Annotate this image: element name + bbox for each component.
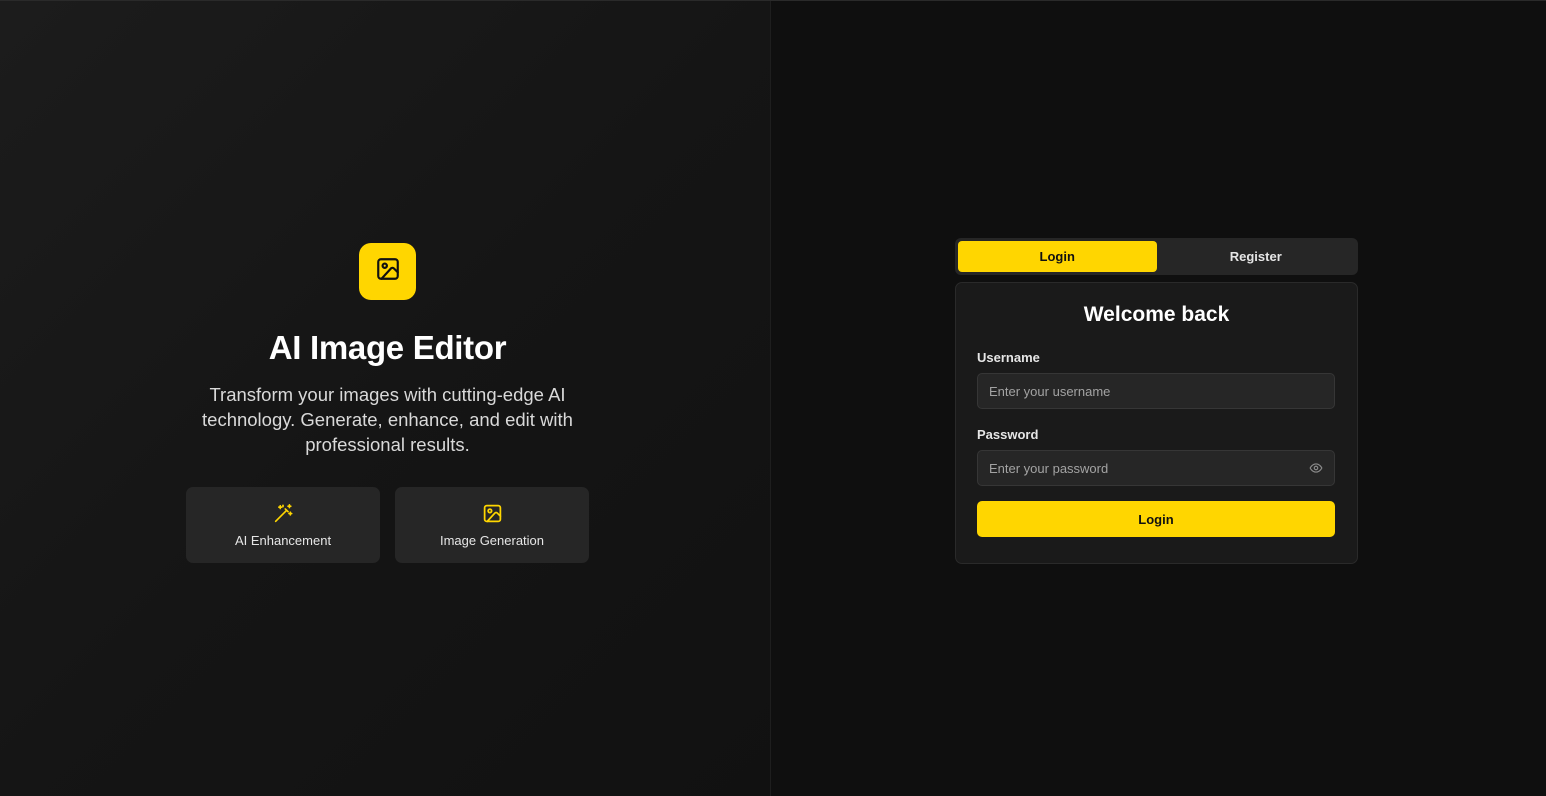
tab-login[interactable]: Login	[958, 241, 1157, 272]
login-form: Welcome back Username Password Login	[955, 282, 1358, 564]
auth-panel: Login Register Welcome back Username Pas…	[771, 1, 1546, 796]
feature-label: AI Enhancement	[234, 532, 332, 548]
tab-register[interactable]: Register	[1157, 241, 1356, 272]
feature-ai-enhancement[interactable]: AI Enhancement	[186, 487, 380, 563]
password-label: Password	[977, 427, 1039, 442]
password-field-wrapper	[977, 450, 1335, 486]
eye-icon[interactable]	[1309, 461, 1323, 475]
feature-label: Image Generation	[439, 532, 545, 548]
form-title: Welcome back	[1083, 303, 1230, 326]
app-description: Transform your images with cutting-edge …	[202, 384, 573, 455]
login-button[interactable]: Login	[977, 501, 1335, 537]
password-input[interactable]	[977, 450, 1335, 486]
app-title: AI Image Editor	[268, 329, 507, 366]
feature-image-generation[interactable]: Image Generation	[395, 487, 589, 563]
magic-wand-icon	[272, 503, 294, 525]
feature-list: AI Enhancement Image Generation	[186, 487, 589, 563]
hero-panel: AI Image Editor Transform your images wi…	[0, 1, 771, 796]
auth-tabs: Login Register	[955, 238, 1358, 275]
image-icon	[482, 503, 503, 525]
login-page: AI Image Editor Transform your images wi…	[0, 0, 1546, 796]
username-input[interactable]	[977, 373, 1335, 409]
hero-content: AI Image Editor Transform your images wi…	[0, 243, 775, 563]
username-label: Username	[977, 350, 1040, 365]
image-icon	[375, 256, 401, 287]
app-logo	[359, 243, 416, 300]
username-field-wrapper	[977, 373, 1335, 409]
